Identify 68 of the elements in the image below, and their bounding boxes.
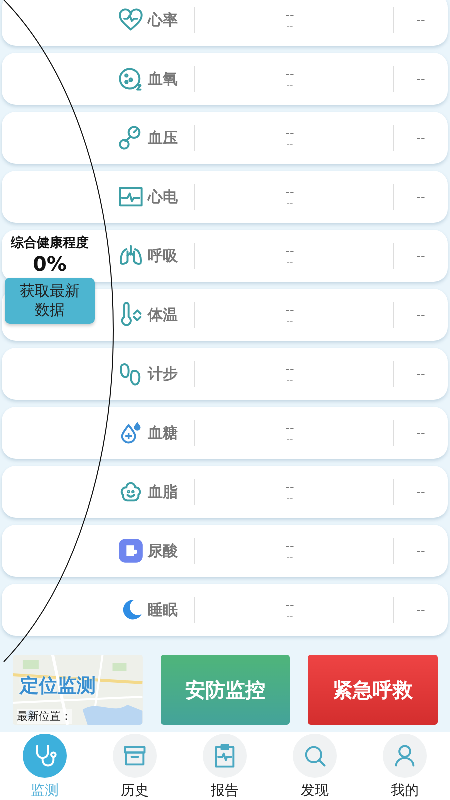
- metric-subvalue: --: [286, 376, 294, 386]
- metric-subvalue: --: [286, 22, 294, 32]
- metric-subvalue: --: [286, 436, 294, 444]
- metric-name: 尿酸: [148, 542, 179, 560]
- nav-tab[interactable]: 监测: [10, 732, 80, 800]
- metric-subvalue: --: [286, 612, 294, 622]
- refresh-data-button[interactable]: 获取最新数据: [5, 278, 95, 324]
- metric-card[interactable]: 心电 -- -- --: [2, 171, 448, 223]
- metric-value: --: [286, 8, 294, 20]
- metric-value: --: [286, 422, 294, 434]
- location-label: 定位监测: [20, 674, 96, 699]
- metric-name: 心电: [148, 188, 179, 206]
- metric-value: --: [286, 480, 294, 492]
- metric-value: --: [286, 68, 294, 80]
- metric-subvalue: --: [286, 82, 294, 90]
- metric-status: --: [416, 131, 426, 145]
- location-tile[interactable]: 定位监测 最新位置：: [13, 655, 143, 725]
- metric-name: 体温: [148, 306, 179, 324]
- metric-status: --: [416, 249, 426, 263]
- nav-tab[interactable]: 我的: [370, 732, 440, 800]
- security-monitor-button[interactable]: 安防监控: [160, 655, 290, 725]
- metric-card[interactable]: 睡眠 -- -- --: [2, 584, 448, 636]
- metric-card[interactable]: 计步 -- -- --: [2, 348, 448, 400]
- oxygen-icon: [118, 66, 144, 92]
- metric-value: --: [286, 598, 294, 610]
- metric-subvalue: --: [286, 140, 294, 150]
- location-caption: 最新位置：: [17, 709, 72, 724]
- metric-card[interactable]: 血氧 -- -- --: [2, 53, 448, 105]
- metric-subvalue: --: [286, 494, 294, 504]
- metric-subvalue: --: [286, 200, 294, 208]
- metric-name: 血脂: [148, 482, 179, 502]
- metric-card[interactable]: 血糖 -- -- --: [2, 407, 448, 459]
- nav-tab[interactable]: 历史: [100, 732, 170, 800]
- metric-name: 心率: [148, 10, 179, 30]
- metric-status: --: [416, 544, 426, 558]
- metric-subvalue: --: [286, 554, 294, 562]
- health-title: 综合健康程度: [11, 234, 89, 252]
- metric-status: --: [416, 426, 426, 440]
- metric-status: --: [416, 367, 426, 381]
- metric-name: 计步: [148, 364, 179, 384]
- metric-name: 血压: [148, 128, 179, 148]
- metric-value: --: [286, 244, 294, 256]
- heart-pulse-icon: [118, 7, 144, 33]
- metric-name: 睡眠: [148, 600, 179, 620]
- metric-card[interactable]: 血脂 -- -- --: [2, 466, 448, 518]
- metric-status: --: [416, 603, 426, 617]
- metric-name: 血糖: [148, 424, 179, 442]
- metric-value: --: [286, 126, 294, 138]
- metric-value: --: [286, 304, 294, 316]
- metric-card[interactable]: 血压 -- -- --: [2, 112, 448, 164]
- health-score: 0%: [33, 252, 67, 276]
- metric-value: --: [286, 186, 294, 198]
- metric-card[interactable]: 尿酸 -- -- --: [2, 525, 448, 577]
- nav-tab[interactable]: 发现: [280, 732, 350, 800]
- metric-status: --: [416, 485, 426, 499]
- metric-name: 血氧: [148, 70, 179, 88]
- emergency-call-button[interactable]: 紧急呼救: [308, 655, 438, 725]
- metric-value: --: [286, 540, 294, 552]
- metric-value: --: [286, 362, 294, 374]
- nav-tab[interactable]: 报告: [190, 732, 260, 800]
- metric-name: 呼吸: [148, 246, 179, 266]
- metric-status: --: [416, 308, 426, 322]
- metric-card[interactable]: 心率 -- -- --: [2, 0, 448, 46]
- metric-subvalue: --: [286, 318, 294, 326]
- metric-subvalue: --: [286, 258, 294, 268]
- metric-status: --: [416, 190, 426, 204]
- metric-status: --: [416, 72, 426, 86]
- metric-status: --: [416, 13, 426, 27]
